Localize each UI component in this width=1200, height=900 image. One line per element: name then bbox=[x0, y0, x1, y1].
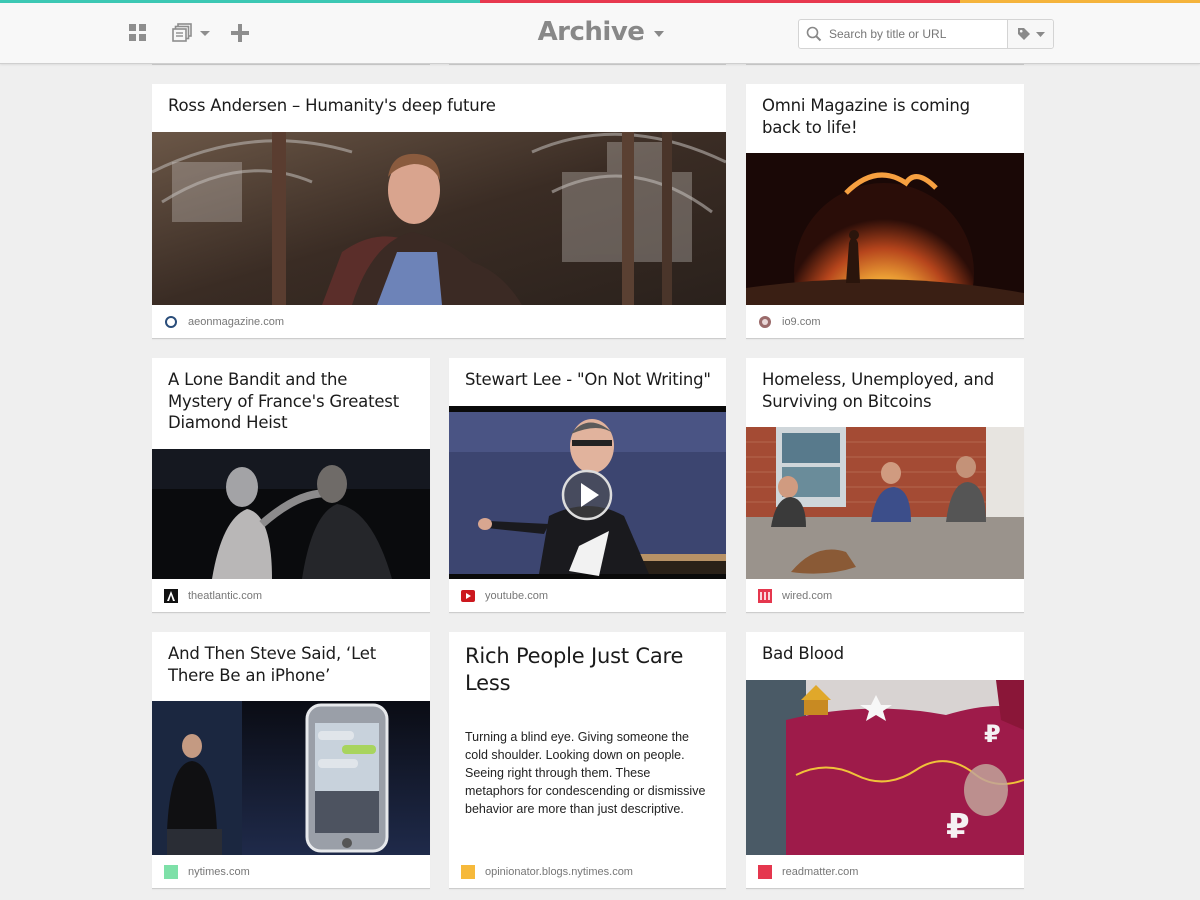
card-footer: io9.com bbox=[746, 306, 1024, 338]
source-domain: readmatter.com bbox=[782, 866, 859, 878]
view-selector[interactable]: Archive bbox=[538, 17, 665, 47]
card-footer: readmatter.com bbox=[746, 856, 1024, 888]
article-thumbnail bbox=[152, 132, 726, 305]
aeon-favicon-icon bbox=[164, 315, 178, 329]
card-footer: youtube.com bbox=[449, 580, 726, 612]
article-title: Omni Magazine is coming back to life! bbox=[762, 96, 970, 137]
grid-icon bbox=[129, 24, 146, 41]
article-card[interactable]: A Lone Bandit and the Mystery of France'… bbox=[152, 358, 430, 613]
article-card[interactable]: Bad Blood ₽ ₽ readmatter.com bbox=[746, 632, 1024, 889]
article-title: Stewart Lee - "On Not Writing" bbox=[465, 370, 711, 389]
tag-icon bbox=[1017, 28, 1030, 40]
svg-text:₽: ₽ bbox=[984, 720, 1001, 748]
readmatter-favicon-icon bbox=[758, 865, 772, 879]
wired-favicon-icon bbox=[758, 589, 772, 603]
article-card[interactable]: Homeless, Unemployed, and Surviving on B… bbox=[746, 358, 1024, 613]
youtube-favicon-icon bbox=[461, 589, 475, 603]
source-domain: opinionator.blogs.nytimes.com bbox=[485, 866, 633, 878]
tag-filter-button[interactable] bbox=[1007, 20, 1053, 48]
search-box bbox=[798, 19, 1054, 49]
article-title: A Lone Bandit and the Mystery of France'… bbox=[168, 370, 399, 432]
card-footer: wired.com bbox=[746, 580, 1024, 612]
source-domain: youtube.com bbox=[485, 590, 548, 602]
article-card[interactable]: Ross Andersen – Humanity's deep future a… bbox=[152, 84, 726, 339]
play-icon bbox=[561, 469, 613, 521]
svg-text:₽: ₽ bbox=[946, 807, 970, 847]
nytimes-favicon-icon bbox=[164, 865, 178, 879]
chevron-down-icon bbox=[1035, 31, 1045, 37]
add-item-button[interactable] bbox=[230, 21, 252, 45]
source-domain: theatlantic.com bbox=[188, 590, 262, 602]
atlantic-favicon-icon bbox=[164, 589, 178, 603]
article-thumbnail bbox=[152, 701, 430, 855]
play-button[interactable] bbox=[561, 469, 613, 521]
card-footer: nytimes.com bbox=[152, 856, 430, 888]
article-card[interactable]: Rich People Just Care Less Turning a bli… bbox=[449, 632, 726, 889]
card-footer: opinionator.blogs.nytimes.com bbox=[449, 856, 726, 888]
source-domain: wired.com bbox=[782, 590, 833, 602]
article-thumbnail bbox=[152, 449, 430, 579]
caret-down-icon bbox=[654, 31, 665, 37]
article-title: Ross Andersen – Humanity's deep future bbox=[168, 96, 496, 115]
plus-icon bbox=[231, 24, 249, 42]
list-view-button[interactable] bbox=[172, 21, 212, 45]
article-thumbnail bbox=[746, 153, 1024, 305]
chevron-down-icon bbox=[200, 31, 210, 36]
grid-view-button[interactable] bbox=[128, 21, 150, 45]
card-footer: aeonmagazine.com bbox=[152, 306, 726, 338]
article-card[interactable]: Omni Magazine is coming back to life! io… bbox=[746, 84, 1024, 339]
article-title: Rich People Just Care Less bbox=[465, 644, 684, 695]
card-footer: theatlantic.com bbox=[152, 580, 430, 612]
article-title: Bad Blood bbox=[762, 644, 844, 663]
list-icon bbox=[172, 23, 210, 42]
article-card[interactable]: And Then Steve Said, ‘Let There Be an iP… bbox=[152, 632, 430, 889]
page-title: Archive bbox=[537, 17, 645, 47]
article-title: Homeless, Unemployed, and Surviving on B… bbox=[762, 370, 994, 411]
search-input[interactable] bbox=[829, 21, 1005, 47]
article-card[interactable]: Stewart Lee - "On Not Writing" youtube.c… bbox=[449, 358, 726, 613]
source-domain: io9.com bbox=[782, 316, 821, 328]
io9-favicon-icon bbox=[758, 315, 772, 329]
article-thumbnail bbox=[746, 427, 1024, 579]
source-domain: nytimes.com bbox=[188, 866, 250, 878]
search-icon bbox=[799, 20, 829, 48]
article-title: And Then Steve Said, ‘Let There Be an iP… bbox=[168, 644, 377, 685]
article-excerpt: Turning a blind eye. Giving someone the … bbox=[465, 730, 706, 816]
opinionator-favicon-icon bbox=[461, 865, 475, 879]
article-thumbnail: ₽ ₽ bbox=[746, 680, 1024, 855]
top-bar: Archive bbox=[0, 3, 1200, 64]
source-domain: aeonmagazine.com bbox=[188, 316, 285, 328]
